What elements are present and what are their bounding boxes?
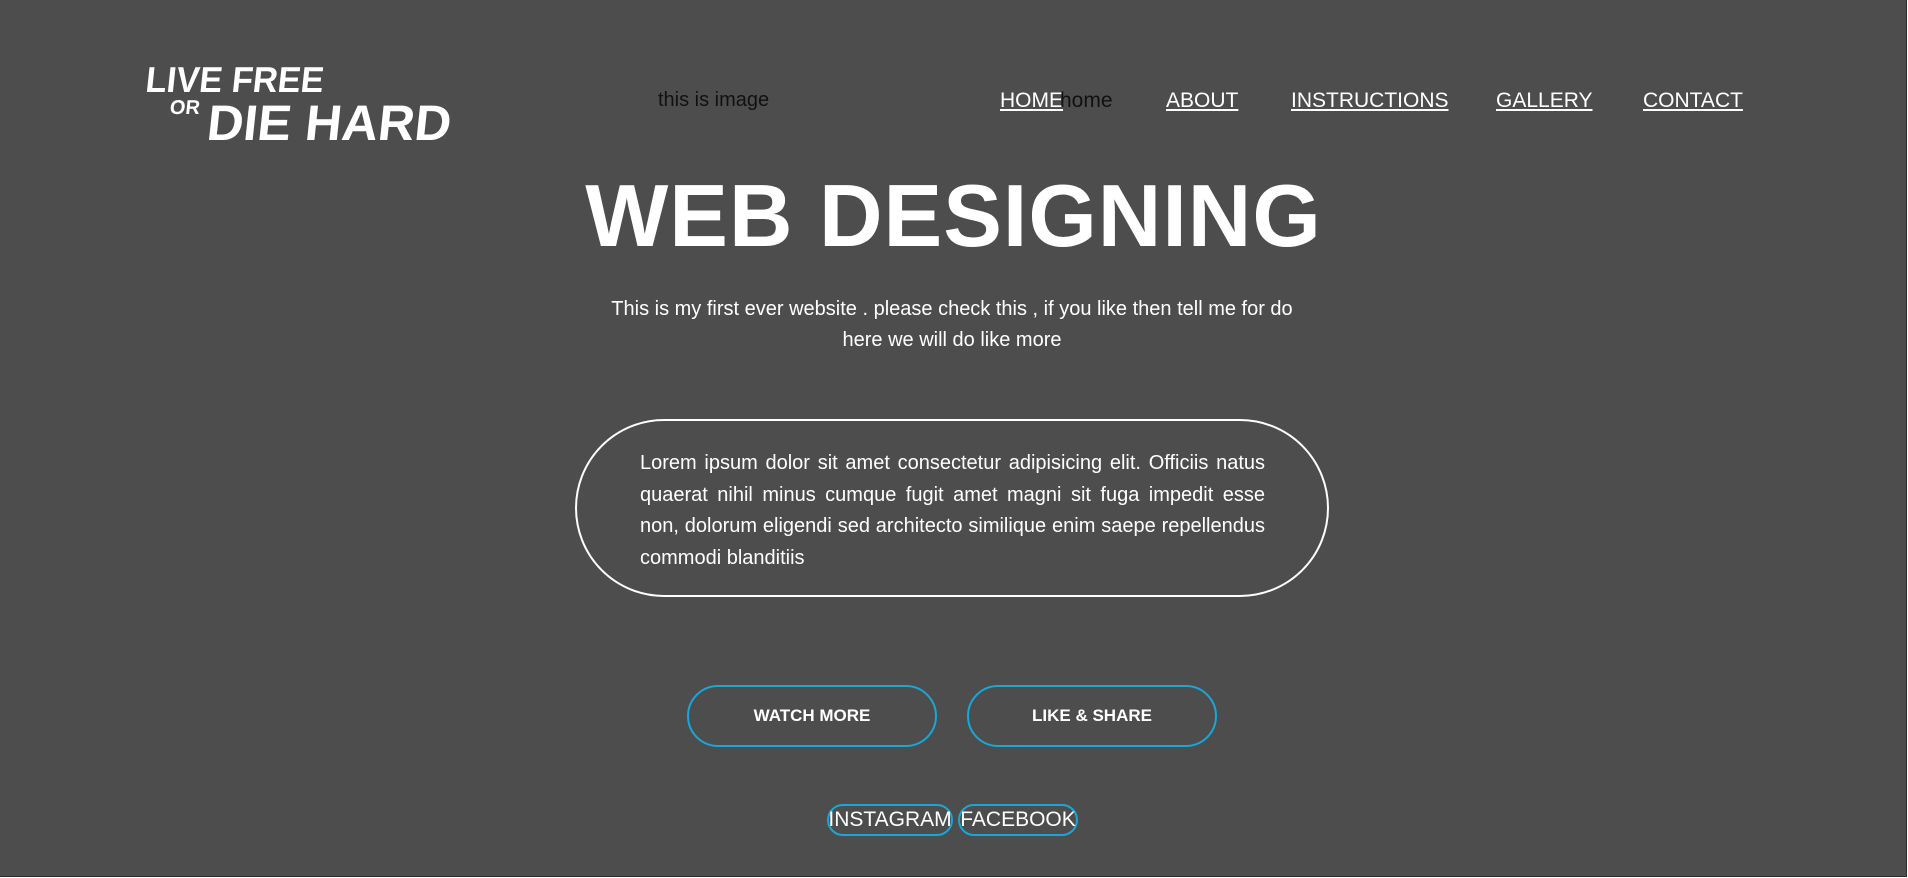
nav-contact-link[interactable]: CONTACT <box>1643 89 1743 113</box>
like-share-button[interactable]: LIKE & SHARE <box>967 685 1217 747</box>
hero-subtitle: This is my first ever website . please c… <box>611 298 1293 351</box>
nav-gallery-link[interactable]: GALLERY <box>1496 89 1593 113</box>
nav-home-alt-text: home <box>1060 89 1113 112</box>
broken-image-alt-text: this is image <box>658 89 770 111</box>
facebook-button[interactable]: FACEBOOK <box>958 804 1078 836</box>
page: LIVE FREE OR DIE HARD this is image HOME… <box>0 0 1907 877</box>
nav-home-link[interactable]: HOME <box>1000 89 1063 113</box>
nav-instructions-link[interactable]: INSTRUCTIONS <box>1291 89 1449 113</box>
nav-about-link[interactable]: ABOUT <box>1166 89 1238 113</box>
logo: LIVE FREE OR DIE HARD <box>144 60 452 144</box>
hero-title: WEB DESIGNING <box>585 166 1322 265</box>
watch-more-button[interactable]: WATCH MORE <box>687 685 937 747</box>
lorem-text: Lorem ipsum dolor sit amet consectetur a… <box>640 452 1265 569</box>
logo-or: OR <box>169 97 202 119</box>
logo-line2: DIE HARD <box>204 95 452 144</box>
lorem-box: Lorem ipsum dolor sit amet consectetur a… <box>575 419 1329 597</box>
logo-line1: LIVE FREE <box>144 60 326 100</box>
instagram-button[interactable]: INSTAGRAM <box>827 804 953 836</box>
